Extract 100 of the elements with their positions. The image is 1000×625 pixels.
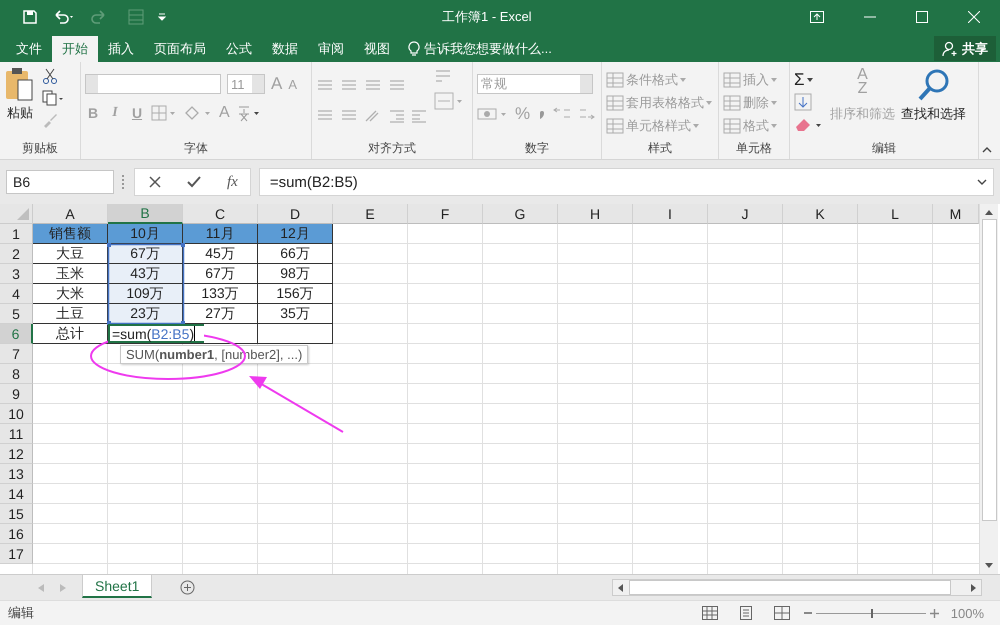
autosum-button[interactable]: Σ bbox=[794, 70, 824, 89]
row-header[interactable]: 12 bbox=[0, 444, 33, 464]
close-icon[interactable] bbox=[968, 11, 980, 23]
add-sheet-icon[interactable] bbox=[180, 580, 196, 595]
customize-caret-icon[interactable] bbox=[158, 13, 166, 21]
row-header[interactable]: 10 bbox=[0, 404, 33, 424]
expand-caret-icon[interactable] bbox=[977, 179, 987, 185]
caret-icon bbox=[771, 100, 777, 104]
tell-me-search[interactable]: 告诉我您想要做什么... bbox=[408, 36, 552, 62]
status-mode: 编辑 bbox=[8, 604, 34, 622]
column-header[interactable]: B bbox=[108, 204, 183, 224]
ribbon-tab[interactable]: 数据 bbox=[262, 36, 308, 62]
ribbon-display-icon[interactable] bbox=[810, 11, 824, 23]
copy-icon[interactable] bbox=[42, 90, 64, 106]
ribbon-tab[interactable]: 开始 bbox=[52, 36, 98, 62]
sheet-tab[interactable]: Sheet1 bbox=[82, 575, 152, 598]
table-cell: 23万 bbox=[108, 304, 183, 324]
maximize-icon[interactable] bbox=[916, 11, 928, 23]
currency-icon[interactable] bbox=[477, 106, 509, 122]
group-label: 单元格 bbox=[735, 140, 773, 157]
scissors-icon[interactable] bbox=[42, 68, 58, 84]
vertical-scrollbar[interactable] bbox=[979, 204, 998, 574]
row-header[interactable]: 9 bbox=[0, 384, 33, 404]
table-icon bbox=[606, 118, 624, 134]
caret-icon bbox=[706, 100, 712, 104]
column-header[interactable]: F bbox=[408, 204, 483, 224]
page-layout-icon[interactable] bbox=[738, 606, 754, 620]
scroll-up-icon[interactable] bbox=[985, 210, 993, 215]
ribbon-tab[interactable]: 视图 bbox=[354, 36, 400, 62]
page-break-icon[interactable] bbox=[774, 606, 790, 620]
row-header[interactable]: 2 bbox=[0, 244, 33, 264]
group-label: 样式 bbox=[647, 140, 673, 157]
row-header[interactable]: 1 bbox=[0, 224, 33, 244]
form-icon[interactable] bbox=[128, 9, 144, 25]
name-box[interactable]: B6 bbox=[6, 170, 114, 194]
row-header[interactable]: 6 bbox=[0, 324, 33, 344]
row-header[interactable]: 8 bbox=[0, 364, 33, 384]
table-icon bbox=[723, 72, 741, 88]
column-header[interactable]: J bbox=[708, 204, 783, 224]
horizontal-scrollbar[interactable] bbox=[612, 579, 982, 596]
find-select-button[interactable]: 查找和选择 bbox=[901, 66, 966, 139]
scroll-left-icon[interactable] bbox=[618, 584, 623, 592]
table-cell: 12月 bbox=[258, 224, 333, 244]
row-header[interactable]: 5 bbox=[0, 304, 33, 324]
ribbon-tab[interactable]: 插入 bbox=[98, 36, 144, 62]
ribbon-tab[interactable]: 页面布局 bbox=[144, 36, 216, 62]
borders-icon[interactable] bbox=[151, 105, 177, 121]
paste-button[interactable]: 粘贴 bbox=[4, 66, 36, 139]
table-icon bbox=[606, 72, 624, 88]
ribbon-tab[interactable]: 公式 bbox=[216, 36, 262, 62]
font-name-field[interactable] bbox=[85, 74, 221, 94]
lightbulb-icon bbox=[408, 41, 420, 57]
minimize-icon[interactable] bbox=[864, 16, 876, 18]
checkmark-icon[interactable] bbox=[187, 176, 201, 188]
row-header[interactable]: 3 bbox=[0, 264, 33, 284]
cancel-icon[interactable] bbox=[149, 176, 161, 188]
column-header[interactable]: K bbox=[783, 204, 858, 224]
share-button[interactable]: 共享 bbox=[934, 36, 996, 61]
row-header[interactable]: 11 bbox=[0, 424, 33, 444]
column-header[interactable]: I bbox=[633, 204, 708, 224]
save-icon[interactable] bbox=[22, 9, 38, 25]
formula-field[interactable]: =sum(B2:B5) bbox=[258, 168, 994, 196]
column-header[interactable]: G bbox=[483, 204, 558, 224]
zoom-in-icon[interactable] bbox=[930, 608, 939, 618]
table-cell: 67万 bbox=[183, 264, 258, 284]
column-header[interactable]: E bbox=[333, 204, 408, 224]
fill-bucket-icon[interactable] bbox=[183, 105, 213, 121]
caret-icon bbox=[771, 124, 777, 128]
column-header[interactable]: L bbox=[858, 204, 933, 224]
search-icon bbox=[916, 68, 950, 102]
row-header[interactable]: 14 bbox=[0, 484, 33, 504]
cell-editor[interactable]: =sum(B2:B5) bbox=[108, 324, 204, 343]
indent-icon[interactable] bbox=[388, 109, 428, 123]
row-header[interactable]: 4 bbox=[0, 284, 33, 304]
column-header[interactable]: H bbox=[558, 204, 633, 224]
row-header[interactable]: 7 bbox=[0, 344, 33, 364]
column-header[interactable]: M bbox=[933, 204, 979, 224]
table-cell: 43万 bbox=[108, 264, 183, 284]
normal-view-icon[interactable] bbox=[702, 606, 718, 620]
insert-function-button[interactable]: fx bbox=[227, 174, 238, 190]
row-header[interactable]: 17 bbox=[0, 544, 33, 564]
brush-icon[interactable] bbox=[42, 112, 58, 128]
next-sheet-icon[interactable] bbox=[60, 584, 66, 592]
ribbon-tab[interactable]: 文件 bbox=[6, 36, 52, 62]
scroll-down-icon[interactable] bbox=[985, 563, 993, 568]
select-all-corner[interactable] bbox=[0, 204, 33, 224]
column-header[interactable]: C bbox=[183, 204, 258, 224]
table-cell: 10月 bbox=[108, 224, 183, 244]
zoom-level: 100% bbox=[950, 606, 984, 620]
row-header[interactable]: 16 bbox=[0, 524, 33, 544]
previous-sheet-icon[interactable] bbox=[38, 584, 44, 592]
row-header[interactable]: 13 bbox=[0, 464, 33, 484]
column-header[interactable]: A bbox=[33, 204, 108, 224]
caret-icon bbox=[693, 124, 699, 128]
column-header[interactable]: D bbox=[258, 204, 333, 224]
ribbon-tab[interactable]: 审阅 bbox=[308, 36, 354, 62]
scroll-right-icon[interactable] bbox=[971, 584, 976, 592]
row-header[interactable]: 15 bbox=[0, 504, 33, 524]
collapse-ribbon-icon[interactable] bbox=[982, 147, 992, 153]
merge-cells-icon[interactable] bbox=[434, 92, 464, 110]
